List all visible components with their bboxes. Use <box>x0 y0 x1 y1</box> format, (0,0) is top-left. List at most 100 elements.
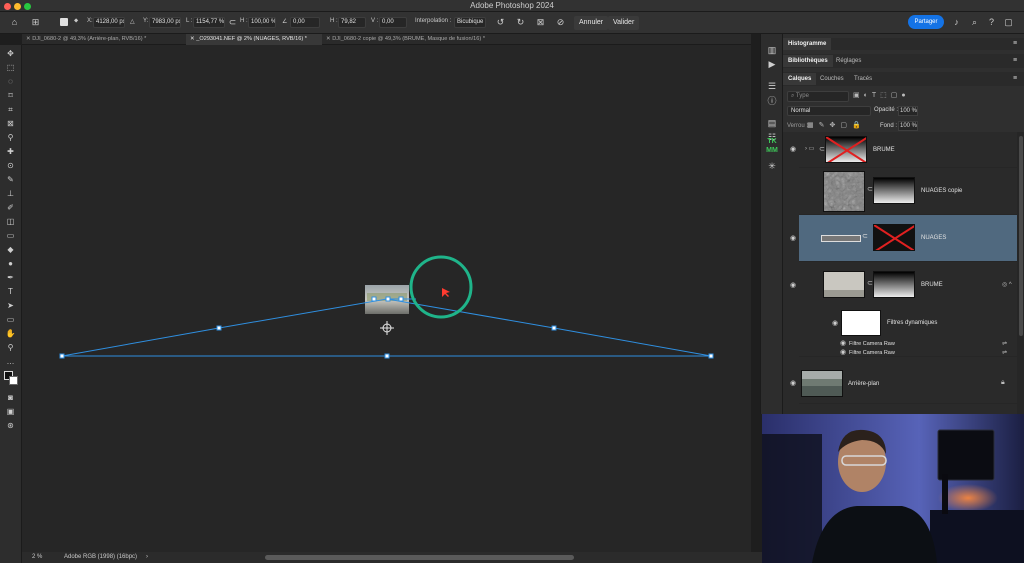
object-select-icon[interactable]: ⌑ <box>3 90 18 101</box>
tab-paths[interactable]: Tracés <box>849 73 877 85</box>
visibility-eye-icon[interactable]: ◉ <box>789 235 797 243</box>
gear-icon[interactable]: ✳ <box>765 160 779 172</box>
handle-bottom-left[interactable] <box>59 353 65 359</box>
redo-warp-icon[interactable]: ↻ <box>515 17 526 28</box>
filter-name[interactable]: Filtre Camera Raw <box>849 350 895 356</box>
history-brush-icon[interactable]: ✐ <box>3 202 18 213</box>
search-icon[interactable]: ⌕ <box>969 17 980 28</box>
folder-icon[interactable]: › ▭ <box>805 145 814 152</box>
lock-icon[interactable]: 🔒︎ <box>1001 379 1005 387</box>
bell-icon[interactable]: ♪ <box>951 17 962 28</box>
share-button[interactable]: Partager <box>908 15 944 29</box>
actions-play-icon[interactable]: ▶ <box>765 58 779 70</box>
shape-icon[interactable]: ▭ <box>3 314 18 325</box>
angle-field[interactable]: 0,00 <box>290 17 320 28</box>
handle-bottom-right[interactable] <box>708 353 714 359</box>
transform-overlay[interactable] <box>22 45 751 552</box>
tab-adjustments[interactable]: Réglages <box>831 55 866 67</box>
vskew-field[interactable]: 0,00 <box>379 17 407 28</box>
horizontal-scrollbar[interactable] <box>265 555 574 560</box>
lasso-icon[interactable]: ◌ <box>3 76 18 87</box>
stamp-icon[interactable]: ⊥ <box>3 188 18 199</box>
blend-mode-select[interactable]: Normal <box>787 106 871 116</box>
reference-checkbox[interactable] <box>60 18 68 26</box>
workspace-icon[interactable]: ▢ <box>1003 17 1014 28</box>
histogram-icon[interactable]: ▥ <box>765 44 779 56</box>
hskew-field[interactable]: 79,82 <box>338 17 366 28</box>
eyedropper-icon[interactable]: ⚲ <box>3 132 18 143</box>
layer-row-selected[interactable]: ◉ ⊂ NUAGES <box>790 215 1017 262</box>
hand-icon[interactable]: ✋ <box>3 328 18 339</box>
interpolation-select[interactable]: Bicubique <box>454 17 486 28</box>
layer-row[interactable]: ⊂ NUAGES copie <box>799 168 1017 215</box>
height-field[interactable]: 100,00 % <box>248 17 276 28</box>
dodge-icon[interactable]: ● <box>3 258 18 269</box>
quick-mask-icon[interactable]: ◙ <box>3 392 18 403</box>
info-icon[interactable]: ⓘ <box>765 95 779 107</box>
status-menu-arrow[interactable]: › <box>146 552 148 563</box>
screen-mode-icon[interactable]: ▣ <box>3 406 18 417</box>
document-canvas[interactable] <box>22 45 751 552</box>
visibility-eye-icon[interactable]: ◉ <box>789 380 797 388</box>
width-field[interactable]: 1154,77 % <box>193 17 225 28</box>
visibility-eye-icon[interactable]: ◉ <box>839 340 847 348</box>
lock-icons[interactable]: ▦✎✥▢🔒 <box>807 121 866 129</box>
blur-icon[interactable]: ◆ <box>3 244 18 255</box>
frame-icon[interactable]: ⊠ <box>3 118 18 129</box>
opacity-field[interactable]: 100 % <box>898 106 918 116</box>
x-field[interactable]: 4128,00 px <box>93 17 125 28</box>
reference-point-icon[interactable] <box>380 321 394 335</box>
link-icon[interactable]: ⊂ <box>227 17 238 28</box>
background-color-swatch[interactable] <box>9 376 18 385</box>
heal-icon[interactable]: ✚ <box>3 146 18 157</box>
smart-filters-badge-icon[interactable]: ◎ ^ <box>1002 281 1012 288</box>
tab-document-3[interactable]: ✕ DJI_0680-2 copie @ 49,3% (BRUME, Masqu… <box>322 34 537 45</box>
filter-name[interactable]: Filtre Camera Raw <box>849 341 895 347</box>
tab-layers[interactable]: Calques <box>783 73 817 85</box>
cancel-button[interactable]: Annuler <box>574 16 609 30</box>
type-icon[interactable]: T <box>3 286 18 297</box>
handle-left-mid[interactable] <box>216 325 222 331</box>
generative-icon[interactable]: ⊛ <box>3 420 18 431</box>
layer-row[interactable]: ◉ ⊂ BRUME ◎ ^ ◉ Filtres dynamiques ◉ Fil… <box>790 262 1017 357</box>
filter-options-icon[interactable]: ⇌ <box>1002 349 1007 356</box>
layer-filter-select[interactable]: ⌕ Type <box>787 91 849 102</box>
home-icon[interactable]: ⌂ <box>9 17 20 28</box>
tab-histogram[interactable]: Histogramme <box>783 38 832 50</box>
commit-button[interactable]: Valider <box>608 16 640 30</box>
brush-icon[interactable]: ✎ <box>3 174 18 185</box>
pen-icon[interactable]: ✒ <box>3 272 18 283</box>
gradient-icon[interactable]: ▭ <box>3 230 18 241</box>
handle-top-1[interactable] <box>371 296 377 302</box>
edit-toolbar-icon[interactable]: … <box>3 356 18 367</box>
filter-options-icon[interactable]: ⇌ <box>1002 340 1007 347</box>
handle-right-mid[interactable] <box>551 325 557 331</box>
zoom-icon[interactable]: ⚲ <box>3 342 18 353</box>
adjustments-icon[interactable]: ☰ <box>765 80 779 92</box>
warp-icon[interactable]: ↺ <box>495 17 506 28</box>
cancel-transform-icon[interactable]: ⊘ <box>555 17 566 28</box>
visibility-eye-icon[interactable]: ◉ <box>839 349 847 357</box>
properties-icon[interactable]: ▤ <box>765 117 779 129</box>
layers-scroll-thumb[interactable] <box>1019 136 1023 336</box>
crop-icon[interactable]: ⌗ <box>3 104 18 115</box>
patch-icon[interactable]: ⊙ <box>3 160 18 171</box>
tab-libraries[interactable]: Bibliothèques <box>783 55 833 67</box>
marquee-icon[interactable]: ⬚ <box>3 62 18 73</box>
panel-menu-icon[interactable]: ≡ <box>1013 55 1017 67</box>
fill-field[interactable]: 100 % <box>898 121 918 131</box>
panel-menu-icon[interactable]: ≡ <box>1013 38 1017 50</box>
zoom-readout[interactable]: 2 % <box>32 552 42 563</box>
path-select-icon[interactable]: ➤ <box>3 300 18 311</box>
handle-top-2[interactable] <box>385 296 391 302</box>
handle-bottom-center[interactable] <box>384 353 390 359</box>
layers-scrollbar[interactable] <box>1017 132 1024 414</box>
handle-top-3[interactable] <box>398 296 404 302</box>
visibility-eye-icon[interactable]: ◉ <box>789 146 797 154</box>
eraser-icon[interactable]: ◫ <box>3 216 18 227</box>
layer-row[interactable]: ◉ › ▭ ⊂ BRUME <box>790 132 1017 168</box>
split-warp-icon[interactable]: ⊠ <box>535 17 546 28</box>
visibility-eye-icon[interactable]: ◉ <box>831 320 839 328</box>
visibility-eye-icon[interactable]: ◉ <box>789 282 797 290</box>
reference-point-icon[interactable]: ⊞ <box>30 17 41 28</box>
